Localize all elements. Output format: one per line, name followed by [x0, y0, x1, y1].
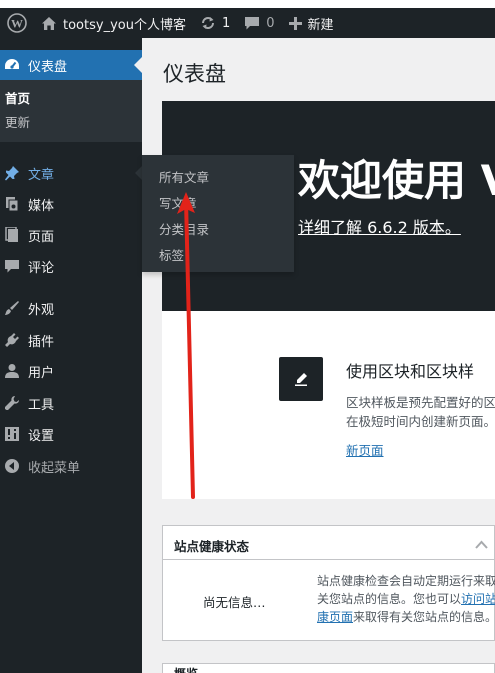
site-name-link[interactable]: tootsy_you个人博客	[34, 8, 193, 38]
flyout-arrow	[135, 166, 142, 180]
next-widget-title: 概览	[174, 665, 198, 673]
page-icon	[4, 227, 20, 243]
dashboard-gauge-icon	[4, 57, 20, 73]
health-desc-line-2: 关您站点的信息。您也可以	[317, 592, 462, 606]
settings-icon	[4, 426, 20, 442]
new-content-link[interactable]: 新建	[282, 8, 341, 38]
menu-settings[interactable]: 设置	[0, 419, 142, 449]
menu-users[interactable]: 用户	[0, 356, 142, 386]
health-desc-line-3: 来取得有关您站点的信息。	[353, 610, 495, 624]
health-page-link[interactable]: 康页面	[317, 610, 353, 624]
block-desc-line-1: 区块样板是预先配置好的区	[346, 395, 495, 410]
flyout-all-posts[interactable]: 所有文章	[159, 167, 209, 186]
main-content: 仪表盘 欢迎使用 V 详细了解 6.6.2 版本。 使用区块和区块样 区块样板是…	[142, 38, 495, 673]
media-icon	[4, 196, 20, 212]
menu-dashboard[interactable]: 仪表盘	[0, 50, 142, 80]
menu-appearance-label: 外观	[28, 302, 55, 318]
wordpress-logo-icon[interactable]: W	[0, 8, 34, 38]
menu-tools[interactable]: 工具	[0, 388, 142, 418]
user-icon	[4, 363, 20, 379]
menu-collapse[interactable]: 收起菜单	[0, 451, 142, 481]
flyout-categories[interactable]: 分类目录	[159, 219, 209, 238]
flyout-tags[interactable]: 标签	[159, 245, 184, 264]
site-name: tootsy_you个人博客	[63, 17, 186, 33]
collapse-icon	[4, 458, 20, 474]
block-patterns-description: 区块样板是预先配置好的区 在极短时间内创建新页面。	[346, 393, 495, 431]
page-title: 仪表盘	[163, 62, 226, 86]
admin-bar: W tootsy_you个人博客 1 0 新建	[0, 8, 495, 38]
updates-count: 1	[221, 15, 231, 31]
posts-flyout-menu: 所有文章 写文章 分类目录 标签	[142, 155, 294, 272]
screenshot-margin	[0, 0, 495, 8]
pin-icon	[4, 165, 20, 181]
menu-collapse-label: 收起菜单	[28, 460, 81, 476]
submenu-updates[interactable]: 更新	[5, 112, 30, 131]
block-desc-line-2: 在极短时间内创建新页面。	[346, 414, 495, 429]
home-icon	[41, 16, 57, 31]
submenu-home[interactable]: 首页	[5, 88, 30, 107]
brush-icon	[4, 300, 20, 316]
menu-comments[interactable]: 评论	[0, 251, 142, 281]
site-health-header: 站点健康状态	[163, 526, 495, 560]
block-patterns-title: 使用区块和区块样	[346, 362, 475, 381]
menu-media-label: 媒体	[28, 198, 55, 214]
current-menu-arrow	[134, 57, 142, 73]
comments-count: 0	[266, 15, 275, 31]
chevron-up-icon[interactable]	[475, 538, 488, 553]
plus-icon	[288, 16, 302, 30]
wrench-icon	[4, 395, 20, 411]
updates-link[interactable]: 1	[193, 8, 237, 38]
menu-pages-label: 页面	[28, 229, 55, 245]
plugin-icon	[4, 332, 20, 348]
svg-text:W: W	[11, 17, 23, 31]
menu-dashboard-label: 仪表盘	[28, 59, 68, 75]
site-health-widget: 站点健康状态 尚无信息… 站点健康检查会自动定期运行来取 关您站点的信息。您也可…	[162, 525, 495, 641]
menu-tools-label: 工具	[28, 397, 55, 413]
visit-health-link[interactable]: 访问站	[461, 592, 495, 606]
version-info-link[interactable]: 详细了解 6.6.2 版本。	[298, 214, 461, 238]
dashboard-submenu: 首页 更新	[0, 80, 142, 142]
edit-pen-icon	[279, 357, 323, 401]
menu-settings-label: 设置	[28, 428, 55, 444]
menu-posts[interactable]: 文章	[0, 158, 142, 188]
site-health-title: 站点健康状态	[174, 539, 250, 554]
site-health-no-info: 尚无信息…	[203, 595, 266, 610]
update-icon	[200, 15, 216, 31]
comment-icon	[4, 258, 20, 274]
menu-appearance[interactable]: 外观	[0, 293, 142, 323]
comment-bubble-icon	[244, 16, 260, 31]
menu-plugins[interactable]: 插件	[0, 325, 142, 355]
site-health-description: 站点健康检查会自动定期运行来取 关您站点的信息。您也可以访问站 康页面来取得有关…	[317, 572, 495, 626]
menu-comments-label: 评论	[28, 260, 55, 276]
new-label: 新建	[307, 17, 334, 33]
menu-users-label: 用户	[28, 365, 55, 381]
menu-pages[interactable]: 页面	[0, 220, 142, 250]
welcome-heading: 欢迎使用 V	[298, 156, 495, 205]
new-page-link[interactable]: 新页面	[346, 440, 384, 459]
flyout-write-post[interactable]: 写文章	[159, 193, 197, 212]
menu-media[interactable]: 媒体	[0, 189, 142, 219]
admin-sidebar: 仪表盘 首页 更新 文章 媒体 页面 评论 外观 插件 用户 工具 设置 收起菜…	[0, 38, 142, 673]
menu-plugins-label: 插件	[28, 334, 55, 350]
health-desc-line-1: 站点健康检查会自动定期运行来取	[317, 574, 495, 588]
next-widget: 概览	[162, 663, 495, 673]
menu-posts-label: 文章	[28, 167, 55, 183]
comments-link[interactable]: 0	[237, 8, 281, 38]
